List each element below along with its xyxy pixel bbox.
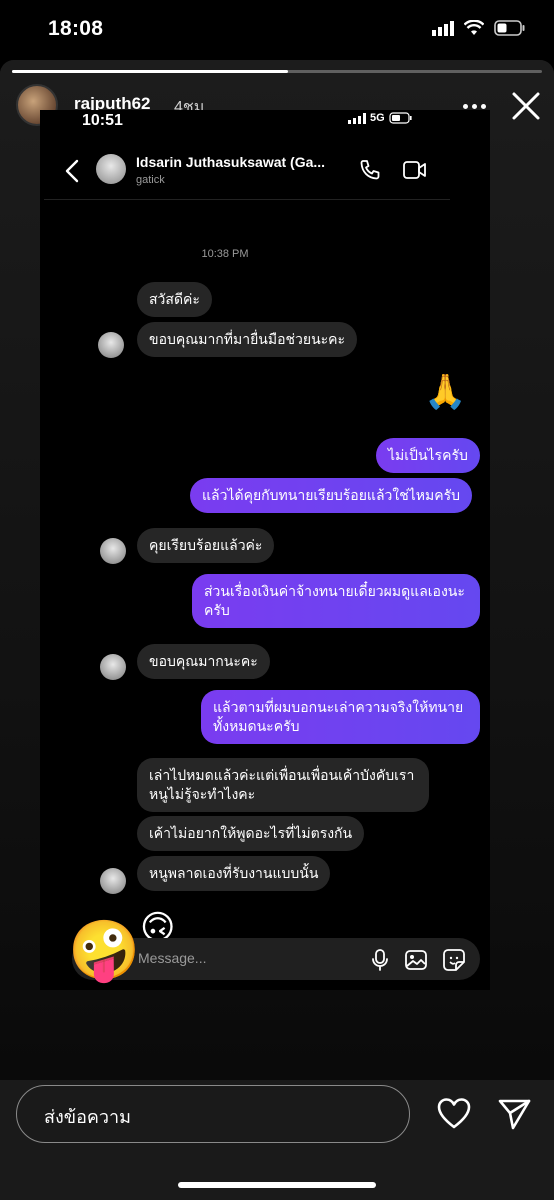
image-icon[interactable] (404, 948, 428, 972)
message-bubble-outgoing[interactable]: ส่วนเรื่องเงินค่าจ้างทนายเดี๋ยวผมดูแลเอง… (192, 574, 480, 628)
dm-message-placeholder: Message... (138, 950, 207, 966)
message-bubble-incoming[interactable]: เค้าไม่อยากให้พูดอะไรที่ไม่ตรงกัน (137, 816, 365, 851)
sticker-icon[interactable] (442, 948, 466, 972)
device-status-bar: 18:08 (0, 0, 554, 58)
status-icons (432, 20, 526, 36)
message-bubble-incoming[interactable]: สวัสดีค่ะ (137, 282, 212, 317)
story-emoji-sticker[interactable]: 🤪 (68, 918, 140, 984)
send-icon[interactable] (496, 1096, 532, 1132)
message-bubble-incoming[interactable]: คุยเรียบร้อยแล้วค่ะ (137, 528, 275, 563)
wifi-icon (464, 20, 484, 35)
message-bubble-outgoing[interactable]: แล้วได้คุยกับทนายเรียบร้อยแล้วใช่ไหมครับ (190, 478, 472, 513)
sender-avatar (98, 332, 124, 358)
screenshot-status-time: 10:51 (82, 112, 123, 129)
phone-icon[interactable] (358, 158, 382, 182)
dm-contact-name[interactable]: Idsarin Juthasuksawat (Ga... (136, 154, 348, 170)
message-emoji-upside-down[interactable]: 🙃 (140, 908, 175, 938)
story-progress-bar (12, 70, 542, 73)
message-emoji-pray[interactable]: 🙏 (424, 372, 466, 412)
message-bubble-incoming[interactable]: ขอบคุณมากที่มายื่นมือช่วยนะคะ (137, 322, 358, 357)
sender-avatar (100, 538, 126, 564)
video-camera-icon[interactable] (402, 158, 428, 182)
screenshot-network-label: 5G (370, 112, 385, 124)
story-progress-fill (12, 70, 288, 73)
message-bubble-incoming[interactable]: หนูพลาดเองที่รับงานแบบนั้น (137, 856, 331, 891)
signal-icon (432, 21, 454, 36)
story-viewer[interactable]: rajputh62 4ชม. 10:51 5G Idsarin Juthasuk… (0, 60, 554, 1200)
heart-icon[interactable] (436, 1096, 472, 1132)
screenshot-signal-icon (348, 112, 366, 124)
message-bubble-incoming[interactable]: ขอบคุณมากนะคะ (137, 644, 270, 679)
microphone-icon[interactable] (368, 948, 392, 972)
sender-avatar (100, 868, 126, 894)
message-bubble-outgoing[interactable]: ไม่เป็นไรครับ (376, 438, 480, 473)
message-bubble-outgoing[interactable]: แล้วตามที่ผมบอกนะเล่าความจริงให้ทนายทั้ง… (201, 690, 480, 744)
screenshot-battery-icon (389, 112, 412, 124)
dm-contact-handle: gatick (136, 174, 165, 186)
story-reply-placeholder: ส่งข้อความ (44, 1107, 132, 1127)
home-indicator (178, 1182, 376, 1188)
message-bubble-incoming[interactable]: เล่าไปหมดแล้วค่ะแต่เพื่อนเพื่อนเค้าบังคั… (137, 758, 429, 812)
status-time: 18:08 (48, 17, 104, 40)
dm-header: Idsarin Juthasuksawat (Ga... gatick (44, 150, 450, 200)
sender-avatar (100, 654, 126, 680)
dm-contact-avatar[interactable] (96, 154, 126, 184)
back-chevron-icon[interactable] (64, 158, 80, 184)
battery-icon (494, 20, 525, 36)
dm-timestamp: 10:38 PM (201, 248, 249, 260)
screenshot-status-icons: 5G (348, 112, 413, 124)
close-icon[interactable] (510, 90, 542, 122)
